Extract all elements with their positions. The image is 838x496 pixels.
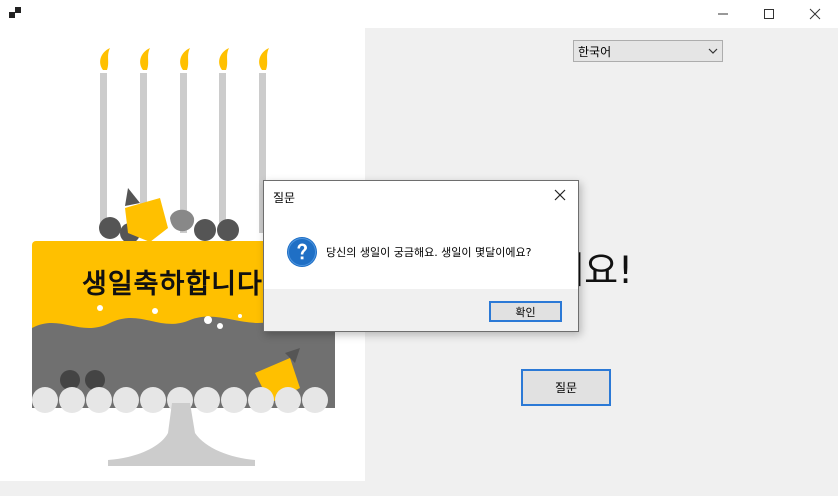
close-icon — [554, 189, 566, 201]
dialog-footer: 확인 — [264, 289, 578, 331]
chevron-down-icon — [708, 48, 718, 54]
dialog-title: 질문 — [273, 191, 296, 205]
close-button[interactable] — [792, 0, 838, 28]
berries — [99, 188, 239, 243]
ask-button[interactable]: 질문 — [521, 369, 611, 406]
minimize-icon — [718, 13, 728, 15]
dialog-close-button[interactable] — [546, 183, 574, 207]
ok-button[interactable]: 확인 — [489, 301, 562, 322]
app-icon — [9, 7, 21, 18]
cake-text: 생일축하합니다 — [82, 269, 263, 300]
close-icon — [809, 8, 821, 20]
minimize-button[interactable] — [700, 0, 746, 28]
question-dialog: 질문 당신의 생일이 궁금해요. 생일이 몇달이에요? 확인 — [263, 180, 579, 332]
maximize-icon — [764, 9, 774, 19]
maximize-button[interactable] — [746, 0, 792, 28]
question-icon — [287, 237, 317, 267]
title-bar — [0, 0, 838, 28]
language-select[interactable]: 한국어 — [573, 40, 723, 62]
language-select-value: 한국어 — [578, 45, 612, 59]
dialog-message: 당신의 생일이 궁금해요. 생일이 몇달이에요? — [326, 246, 532, 259]
